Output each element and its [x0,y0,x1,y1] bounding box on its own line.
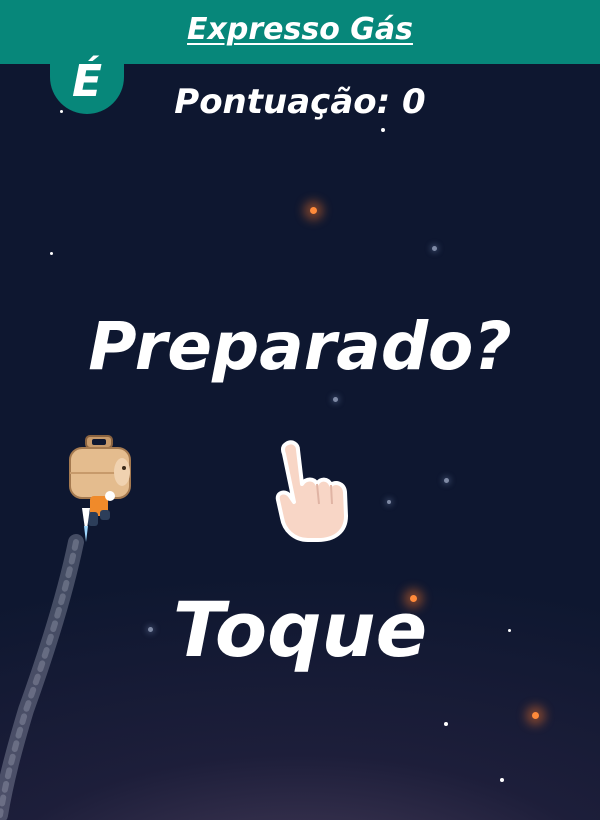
glowing-star [532,712,539,719]
star [60,110,63,113]
game-canvas[interactable]: Expresso Gás É Pontuação: 0 Preparado? T… [0,0,600,820]
player-character[interactable] [64,434,136,550]
logo-letter: É [71,56,103,107]
star [500,778,504,782]
glowing-star [310,207,317,214]
smoke-trail [0,534,84,820]
brand-logo: É [50,40,124,114]
star [444,478,449,483]
ready-prompt: Preparado? [88,308,512,385]
pointing-hand-icon [275,440,348,542]
score-display: Pontuação: 0 [174,82,426,122]
tap-prompt: Toque [172,585,428,674]
star [444,722,448,726]
star [432,246,437,251]
star [381,128,385,132]
star [333,397,338,402]
star [50,252,53,255]
star [387,500,391,504]
